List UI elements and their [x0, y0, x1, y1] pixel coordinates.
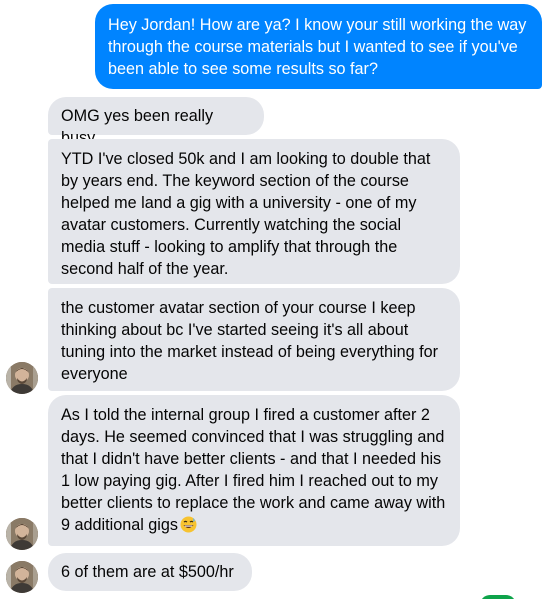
message-text: the customer avatar section of your cour… — [61, 299, 439, 383]
avatar-photo — [6, 362, 38, 394]
message-text: Hey Jordan! How are ya? I know your stil… — [108, 16, 527, 78]
message-thread: Hey Jordan! How are ya? I know your stil… — [0, 0, 551, 599]
avatar[interactable] — [6, 561, 38, 593]
message-bubble-incoming[interactable]: the customer avatar section of your cour… — [48, 288, 460, 391]
message-text: YTD I've closed 50k and I am looking to … — [61, 150, 431, 278]
message-text: As I told the internal group I fired a c… — [61, 406, 446, 534]
avatar[interactable] — [6, 518, 38, 550]
message-bubble-outgoing[interactable]: Hey Jordan! How are ya? I know your stil… — [95, 4, 542, 89]
message-bubble-incoming[interactable]: As I told the internal group I fired a c… — [48, 395, 460, 546]
message-bubble-incoming[interactable]: OMG yes been really busy — [48, 97, 264, 147]
avatar-photo — [6, 518, 38, 550]
message-text: 6 of them are at $500/hr — [61, 563, 234, 581]
avatar-photo — [6, 561, 38, 593]
message-bubble-incoming[interactable]: 6 of them are at $500/hr — [48, 553, 252, 591]
grinning-sweat-emoji — [180, 516, 197, 533]
avatar[interactable] — [6, 362, 38, 394]
message-bubble-incoming[interactable]: YTD I've closed 50k and I am looking to … — [48, 139, 460, 284]
partial-green-element — [480, 595, 516, 599]
